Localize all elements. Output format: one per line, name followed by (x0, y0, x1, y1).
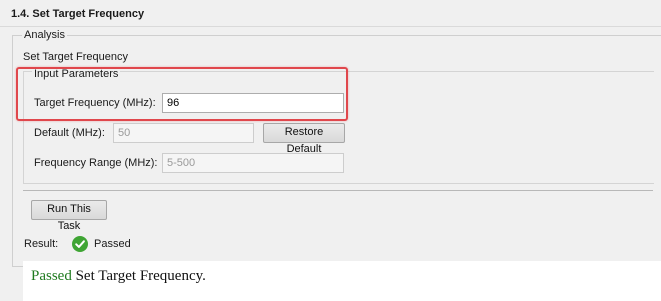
restore-default-button[interactable]: Restore Default (263, 123, 345, 155)
result-message-text: Set Target Frequency. (75, 268, 206, 284)
section-divider (23, 190, 653, 191)
title-divider (0, 26, 661, 27)
result-message: Passed Set Target Frequency. (31, 268, 206, 285)
section-title: 1.4. Set Target Frequency (11, 8, 145, 20)
result-label: Result: (24, 238, 59, 250)
run-task-button[interactable]: Run This Task (31, 200, 107, 232)
task-subtitle: Set Target Frequency (23, 51, 128, 63)
result-message-status: Passed (31, 268, 72, 284)
frequency-range-label: Frequency Range (MHz): (34, 157, 158, 169)
highlight-box (16, 67, 348, 121)
default-frequency-input (113, 123, 254, 143)
result-status: Passed (94, 238, 131, 250)
frequency-range-input (162, 153, 344, 173)
check-circle-icon (72, 236, 88, 252)
default-frequency-label: Default (MHz): (34, 127, 105, 139)
analysis-legend: Analysis (22, 29, 67, 41)
